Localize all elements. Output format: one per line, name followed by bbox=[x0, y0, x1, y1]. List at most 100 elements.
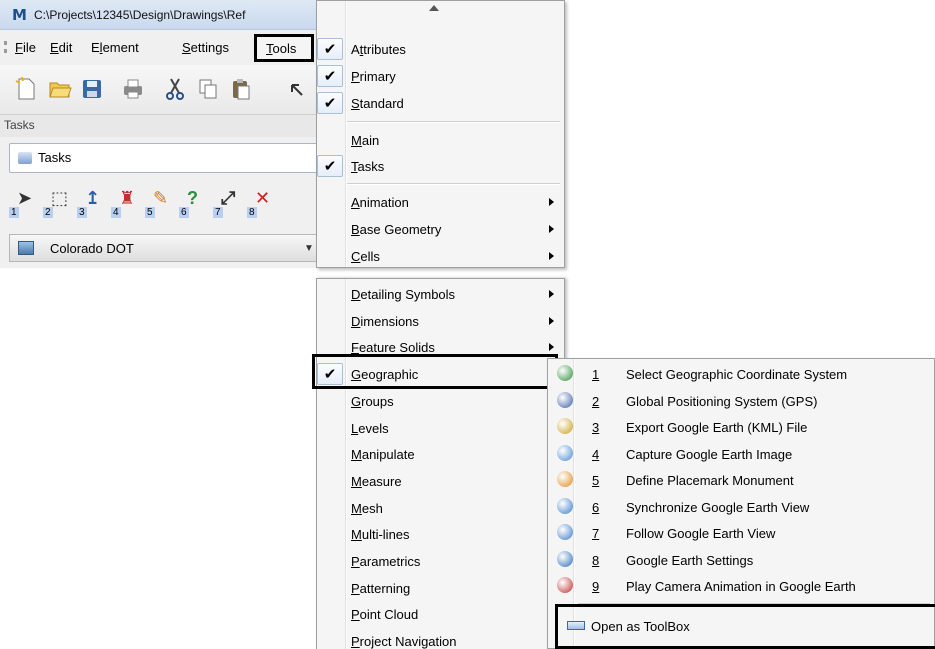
geographic-item-label: Export Google Earth (KML) File bbox=[626, 420, 808, 435]
tools-menu-item-detailing-symbols[interactable]: Detailing Symbols bbox=[317, 281, 564, 308]
print-icon[interactable] bbox=[121, 77, 145, 101]
checkmark-icon: ✔ bbox=[317, 38, 343, 60]
change-attributes-icon[interactable]: ♜ 4 bbox=[111, 188, 141, 218]
tools-menu-item-label: Groups bbox=[351, 393, 394, 409]
menu-tools-label: Tools bbox=[266, 41, 297, 56]
globe-grid-icon bbox=[557, 365, 573, 381]
geographic-item-label: Synchronize Google Earth View bbox=[626, 499, 810, 515]
copy-icon[interactable] bbox=[196, 77, 220, 101]
fence-icon[interactable]: ⬚ 2 bbox=[43, 188, 73, 218]
task-tools-row: ➤ 1 ⬚ 2 ↥ 3 ♜ 4 ✎ 5? 6 ⤢ 7 ✕ 8 bbox=[9, 180, 317, 224]
tools-menu-item-groups[interactable]: Groups bbox=[317, 388, 564, 415]
geographic-item-9[interactable]: 9 Play Camera Animation in Google Earth bbox=[548, 572, 934, 599]
geographic-item-3[interactable]: 3 Export Google Earth (KML) File bbox=[548, 413, 934, 440]
menu-tools[interactable]: Tools bbox=[254, 34, 314, 62]
menu-element[interactable]: Element bbox=[91, 40, 139, 55]
geographic-item-1[interactable]: 1 Select Geographic Coordinate System bbox=[548, 360, 934, 387]
tools-menu-item-animation[interactable]: Animation bbox=[317, 189, 564, 216]
new-file-icon[interactable] bbox=[14, 77, 38, 101]
geographic-item-number: 9 bbox=[592, 579, 600, 594]
tasks-selector[interactable]: Tasks bbox=[9, 143, 317, 173]
geographic-item-number: 8 bbox=[592, 552, 600, 568]
scale-icon[interactable]: ⤢ 7 bbox=[213, 188, 243, 218]
geographic-item-6[interactable]: 6 Synchronize Google Earth View bbox=[548, 493, 934, 520]
grip-handle-icon[interactable] bbox=[4, 41, 7, 53]
geographic-item-7[interactable]: 7 Follow Google Earth View bbox=[548, 519, 934, 546]
match-attributes-icon[interactable]: ✎ 5 bbox=[145, 188, 175, 218]
tools-menu-item-label: Multi-lines bbox=[351, 527, 410, 543]
geographic-item-number: 3 bbox=[592, 420, 600, 435]
tools-menu-item-measure[interactable]: Measure bbox=[317, 468, 564, 495]
tools-menu-item-parametrics[interactable]: Parametrics bbox=[317, 548, 564, 575]
tool-number: 6 bbox=[179, 207, 189, 218]
check-slot bbox=[317, 417, 343, 439]
tools-menu-item-label: Animation bbox=[351, 195, 409, 210]
check-slot bbox=[317, 577, 343, 599]
menu-edit[interactable]: Edit bbox=[50, 40, 72, 55]
tools-menu-item-main[interactable]: Main bbox=[317, 127, 564, 154]
tools-menu-item-patterning[interactable]: Patterning bbox=[317, 575, 564, 602]
geographic-item-number: 1 bbox=[592, 367, 600, 382]
tools-menu-item-point-cloud[interactable]: Point Cloud bbox=[317, 601, 564, 628]
paste-icon[interactable] bbox=[229, 77, 253, 101]
tool-number: 1 bbox=[9, 207, 19, 218]
tools-menu-item-label: Manipulate bbox=[351, 447, 415, 463]
element-selection-icon[interactable]: ➤ 1 bbox=[9, 188, 39, 218]
check-slot bbox=[317, 310, 343, 332]
query-icon[interactable]: ? 6 bbox=[179, 188, 209, 218]
cut-icon[interactable] bbox=[163, 77, 187, 101]
tools-menu-item-levels[interactable]: Levels bbox=[317, 415, 564, 442]
satellite-icon bbox=[557, 391, 573, 408]
tools-menu-item-primary[interactable]: ✔ Primary bbox=[317, 63, 564, 90]
geographic-item-4[interactable]: 4 Capture Google Earth Image bbox=[548, 440, 934, 467]
geographic-item-label: Define Placemark Monument bbox=[626, 473, 794, 488]
check-slot bbox=[317, 550, 343, 572]
tools-menu-item-label: Mesh bbox=[351, 500, 383, 516]
tools-menu-item-label: Standard bbox=[351, 96, 404, 111]
open-as-toolbox-item[interactable]: Open as ToolBox bbox=[555, 604, 935, 649]
checkmark-icon: ✔ bbox=[317, 155, 343, 177]
tool-number: 4 bbox=[111, 207, 121, 218]
tasks-selector-label: Tasks bbox=[38, 150, 72, 165]
geographic-item-number: 4 bbox=[592, 446, 600, 462]
tasks-header: Tasks bbox=[0, 115, 317, 137]
geographic-item-5[interactable]: 5 Define Placemark Monument bbox=[548, 466, 934, 493]
follow-view-icon bbox=[557, 524, 573, 540]
workflow-icon bbox=[18, 241, 34, 255]
geographic-item-2[interactable]: 2 Global Positioning System (GPS) bbox=[548, 387, 934, 414]
tools-menu-item-mesh[interactable]: Mesh bbox=[317, 495, 564, 522]
check-slot bbox=[317, 129, 343, 151]
scroll-up-icon[interactable] bbox=[429, 5, 439, 11]
tools-menu-item-label: Tasks bbox=[351, 159, 385, 174]
tools-menu-item-multi-lines[interactable]: Multi-lines bbox=[317, 521, 564, 548]
tools-menu-item-cells[interactable]: Cells bbox=[317, 243, 564, 270]
geographic-item-label: Capture Google Earth Image bbox=[626, 446, 793, 462]
workflow-selector[interactable]: Colorado DOT ▼ bbox=[9, 234, 317, 262]
submenu-arrow-icon bbox=[549, 198, 554, 206]
move-icon[interactable]: ↥ 3 bbox=[77, 188, 107, 218]
save-icon[interactable] bbox=[80, 77, 104, 101]
query-icon-glyph: ? bbox=[187, 188, 198, 208]
tools-menu-item-manipulate[interactable]: Manipulate bbox=[317, 441, 564, 468]
tool-number: 3 bbox=[77, 207, 87, 218]
sync-view-icon bbox=[557, 497, 573, 514]
tools-menu-item-project-navigation[interactable]: Project Navigation bbox=[317, 628, 564, 649]
check-slot bbox=[317, 283, 343, 305]
open-folder-icon[interactable] bbox=[48, 77, 72, 101]
delete-icon[interactable]: ✕ 8 bbox=[247, 188, 277, 218]
submenu-arrow-icon bbox=[549, 290, 554, 298]
check-slot bbox=[317, 630, 343, 649]
tools-menu-item-base-geometry[interactable]: Base Geometry bbox=[317, 216, 564, 243]
tools-menu-item-label: Point Cloud bbox=[351, 607, 419, 623]
menu-file[interactable]: File bbox=[15, 40, 36, 55]
tools-menu-item-dimensions[interactable]: Dimensions bbox=[317, 308, 564, 335]
geographic-item-8[interactable]: 8 Google Earth Settings bbox=[548, 546, 934, 573]
menu-settings[interactable]: Settings bbox=[182, 40, 229, 55]
tools-menu-item-standard[interactable]: ✔ Standard bbox=[317, 90, 564, 117]
undo-icon[interactable] bbox=[284, 77, 308, 101]
tools-menu-item-attributes[interactable]: ✔ Attributes bbox=[317, 36, 564, 63]
earth-settings-icon bbox=[557, 550, 573, 567]
menu-separator bbox=[347, 183, 560, 185]
chevron-down-icon[interactable]: ▼ bbox=[304, 243, 314, 254]
tools-menu-item-tasks[interactable]: ✔ Tasks bbox=[317, 153, 564, 180]
